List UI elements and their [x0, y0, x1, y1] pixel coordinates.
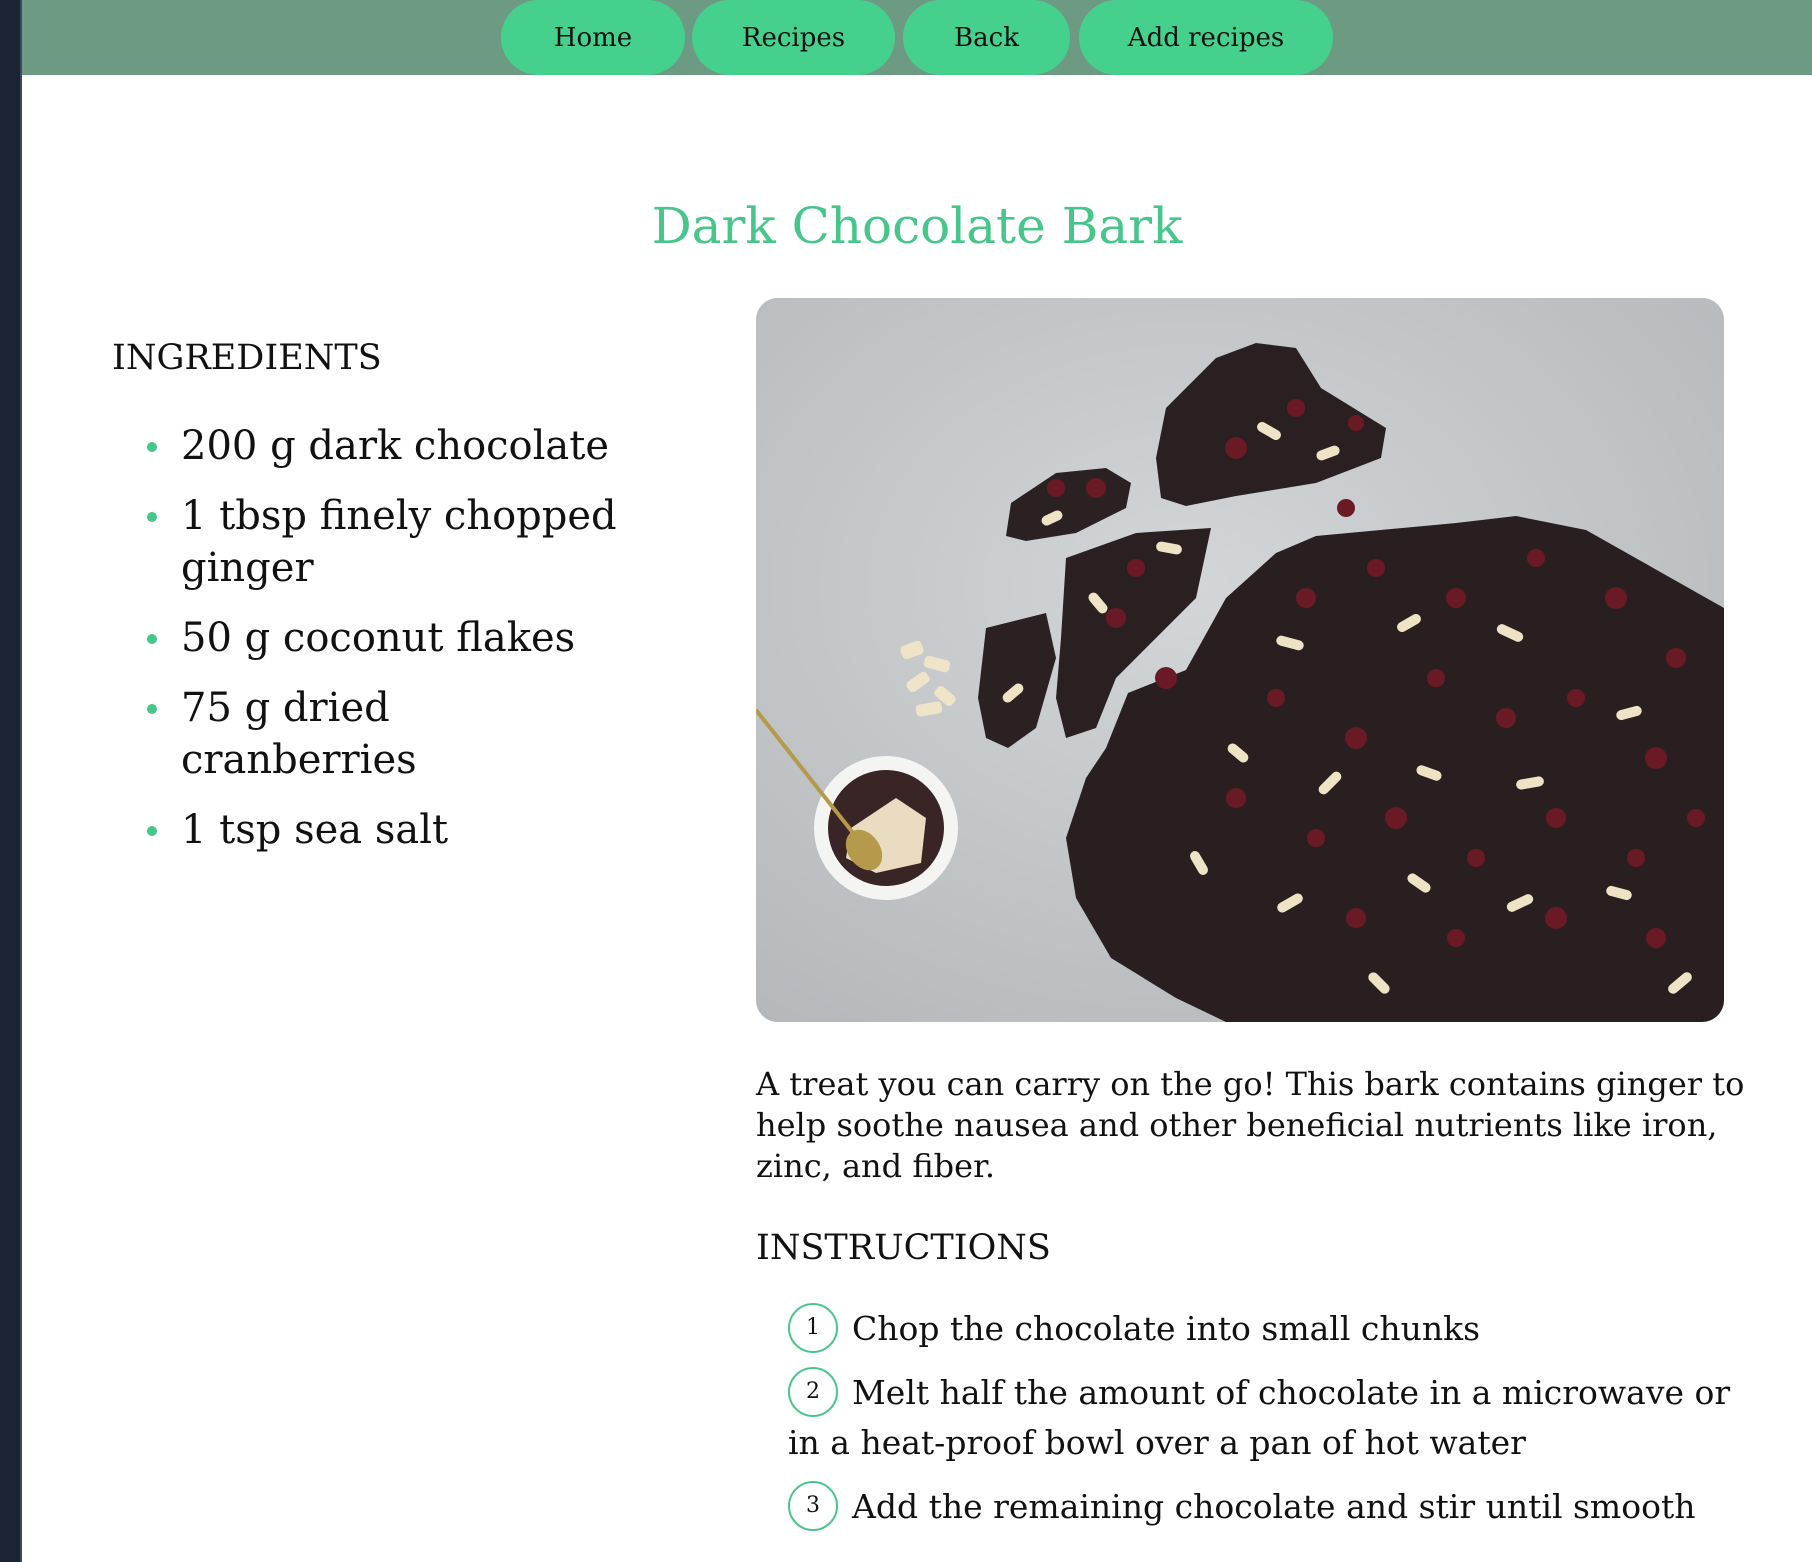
ingredient-item: 1 tbsp finely chopped ginger [147, 490, 617, 594]
instructions-heading: INSTRUCTIONS [756, 1228, 1051, 1268]
nav-home-button[interactable]: Home [501, 0, 685, 75]
recipe-title: Dark Chocolate Bark [651, 197, 1183, 255]
chocolate-bark-image [756, 298, 1724, 1022]
top-navbar: Home Recipes Back Add recipes [22, 0, 1812, 75]
recipe-page: Home Recipes Back Add recipes Dark Choco… [22, 0, 1812, 1562]
step-text: Chop the chocolate into small chunks [852, 1309, 1481, 1348]
instructions-list: 1 Chop the chocolate into small chunks 2M… [788, 1303, 1748, 1546]
recipe-description: A treat you can carry on the go! This ba… [756, 1065, 1745, 1185]
instruction-step: 3 Add the remaining chocolate and stir un… [788, 1481, 1748, 1532]
nav-back-button[interactable]: Back [903, 0, 1070, 75]
step-number-badge: 2 [788, 1367, 838, 1417]
ingredient-item: 75 g dried cranberries [147, 682, 617, 786]
instruction-step: 2 Melt half the amount of chocolate in a … [788, 1367, 1748, 1468]
window-left-edge [0, 0, 22, 1562]
step-number-badge: 3 [788, 1481, 838, 1531]
ingredient-item: 50 g coconut flakes [147, 612, 617, 664]
step-text: Add the remaining chocolate and stir unt… [852, 1487, 1696, 1526]
step-number-badge: 1 [788, 1303, 838, 1353]
ingredients-heading: INGREDIENTS [112, 338, 382, 378]
ingredient-item: 200 g dark chocolate [147, 420, 617, 472]
ingredient-item: 1 tsp sea salt [147, 804, 617, 856]
step-text: Melt half the amount of chocolate in a m… [788, 1373, 1731, 1462]
nav-add-recipes-button[interactable]: Add recipes [1079, 0, 1333, 75]
ingredients-list: 200 g dark chocolate 1 tbsp finely chopp… [147, 420, 617, 874]
nav-recipes-button[interactable]: Recipes [692, 0, 895, 75]
recipe-photo [756, 298, 1724, 1022]
instruction-step: 1 Chop the chocolate into small chunks [788, 1303, 1748, 1354]
